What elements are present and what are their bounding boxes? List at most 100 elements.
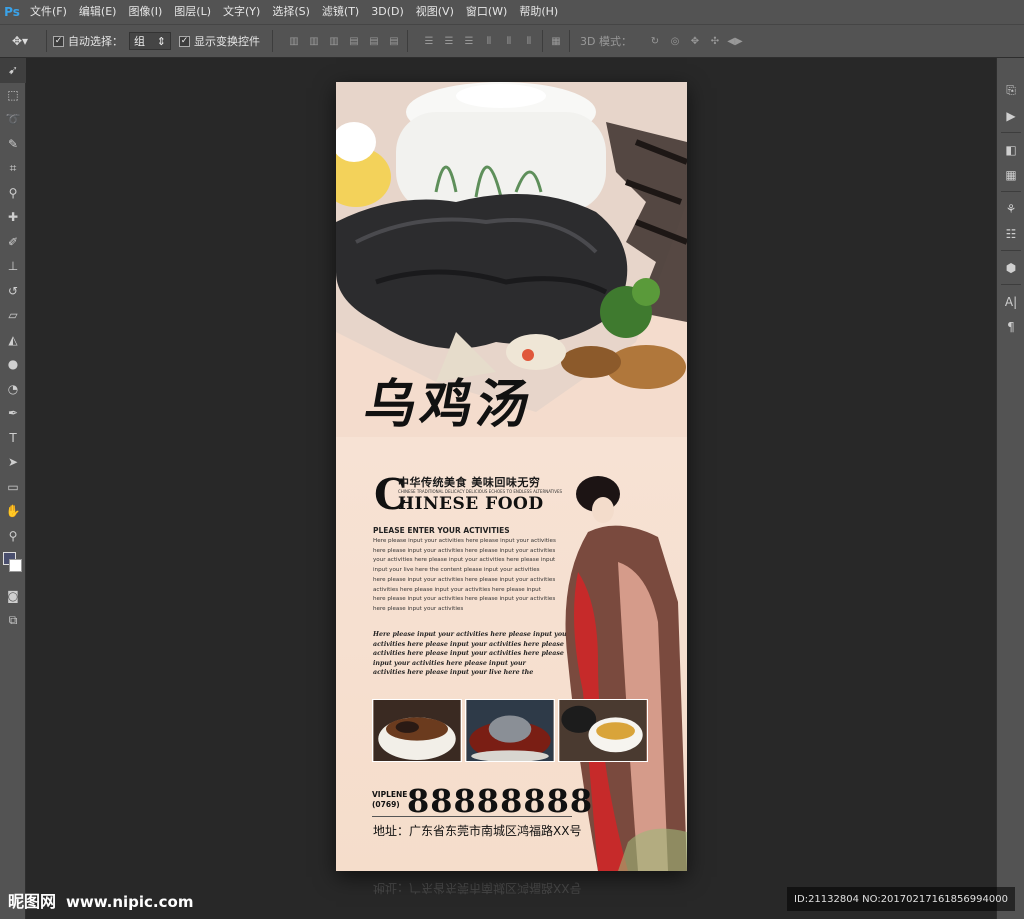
divider xyxy=(272,30,273,52)
area-code: (0769) xyxy=(372,800,400,809)
history-panel-icon[interactable]: ⎘ xyxy=(997,78,1024,103)
swatches-panel-icon[interactable]: ▦ xyxy=(997,162,1024,187)
healing-brush-tool-icon[interactable]: ✚ xyxy=(0,205,26,230)
distribute-top-icon[interactable]: ☰ xyxy=(422,34,436,48)
thumbnail-soup-cup xyxy=(558,699,648,762)
menu-3d[interactable]: 3D(D) xyxy=(365,0,410,24)
address-text: 地址：广东省东莞市南城区鸿福路XX号 xyxy=(373,824,582,838)
distribute-right-icon[interactable]: ⦀ xyxy=(522,34,536,48)
auto-select-checkbox[interactable]: ✓ 自动选择： xyxy=(53,33,123,49)
activities-heading: PLEASE ENTER YOUR ACTIVITIES xyxy=(373,526,510,535)
body-line: your activities here please input your a… xyxy=(373,557,556,564)
menu-type[interactable]: 文字(Y) xyxy=(217,0,266,24)
move-tool-icon[interactable]: ➹ xyxy=(0,58,26,83)
watermark-id: ID:21132804 NO:20170217161856994000 xyxy=(787,887,1015,911)
align-buttons: ▥ ▥ ▥ ▤ ▤ ▤ xyxy=(287,34,401,48)
menu-file[interactable]: 文件(F) xyxy=(24,0,73,24)
canvas-reflection: 地址：广东省东莞市南城区鸿福路XX号 xyxy=(336,872,687,919)
dropdown-arrow-icon: ⇕ xyxy=(156,34,166,48)
menu-layer[interactable]: 图层(L) xyxy=(168,0,217,24)
poster-title: 乌鸡汤 xyxy=(359,374,539,435)
align-top-icon[interactable]: ▥ xyxy=(287,34,301,48)
align-right-icon[interactable]: ▤ xyxy=(387,34,401,48)
hand-tool-icon[interactable]: ✋ xyxy=(0,499,26,524)
auto-select-dropdown[interactable]: 组 ⇕ xyxy=(129,32,171,50)
script-line: activities here please input your live h… xyxy=(373,669,534,677)
3d-drag-icon[interactable]: ✥ xyxy=(688,34,702,48)
menu-window[interactable]: 窗口(W) xyxy=(460,0,513,24)
3d-panel-icon[interactable]: ⬢ xyxy=(997,255,1024,280)
script-body: Here please input your activities here p… xyxy=(373,630,583,678)
checkbox-checked-icon: ✓ xyxy=(53,35,64,47)
reflection-text: 地址：广东省东莞市南城区鸿福路XX号 xyxy=(373,881,582,895)
shape-tool-icon[interactable]: ▭ xyxy=(0,475,26,500)
background-color-swatch[interactable] xyxy=(9,559,22,572)
menu-help[interactable]: 帮助(H) xyxy=(513,0,564,24)
divider xyxy=(1000,191,1021,192)
body-line: Here please input your activities here p… xyxy=(373,538,556,544)
clone-stamp-tool-icon[interactable]: ⊥ xyxy=(0,254,26,279)
paint-bucket-tool-icon[interactable]: ◭ xyxy=(0,328,26,353)
type-tool-icon[interactable]: T xyxy=(0,426,26,451)
body-line: here please input your activities here p… xyxy=(373,547,556,554)
color-swatches[interactable] xyxy=(0,548,26,584)
body-line: activities here please input your activi… xyxy=(373,586,541,593)
paragraph-panel-icon[interactable]: ¶ xyxy=(997,314,1024,339)
divider xyxy=(569,30,570,52)
script-line: input your activities here please input … xyxy=(373,659,526,667)
body-line: here please input your activities here p… xyxy=(373,596,556,603)
3d-scale-icon[interactable]: ◀▶ xyxy=(727,34,742,48)
panel-dock: ⎘ ▶ ◧ ▦ ⚘ ☷ ⬢ A| ¶ xyxy=(996,58,1024,919)
eraser-tool-icon[interactable]: ▱ xyxy=(0,303,26,328)
color-panel-icon[interactable]: ◧ xyxy=(997,137,1024,162)
body-line: here please input your activities xyxy=(373,605,464,612)
pen-tool-icon[interactable]: ✒ xyxy=(0,401,26,426)
distribute-vcenter-icon[interactable]: ☰ xyxy=(442,34,456,48)
3d-roll-icon[interactable]: ◎ xyxy=(668,34,682,48)
quick-mask-icon[interactable]: ◙ xyxy=(0,584,26,609)
auto-select-label: 自动选择： xyxy=(68,35,123,48)
quick-select-tool-icon[interactable]: ✎ xyxy=(0,132,26,157)
crop-tool-icon[interactable]: ⌗ xyxy=(0,156,26,181)
move-tool-preset-icon[interactable]: ✥▾ xyxy=(0,29,40,53)
align-hcenter-icon[interactable]: ▤ xyxy=(367,34,381,48)
3d-slide-icon[interactable]: ✣ xyxy=(708,34,722,48)
align-vcenter-icon[interactable]: ▥ xyxy=(307,34,321,48)
menu-image[interactable]: 图像(I) xyxy=(122,0,168,24)
eyedropper-tool-icon[interactable]: ⚲ xyxy=(0,181,26,206)
align-bottom-icon[interactable]: ▥ xyxy=(327,34,341,48)
menu-select[interactable]: 选择(S) xyxy=(266,0,316,24)
document-canvas[interactable]: 乌鸡汤 C 中华传统美食 美味回味无穷 CHINESE TRADITIONAL … xyxy=(336,82,687,871)
phone-number: 88888888 xyxy=(407,782,594,820)
align-left-icon[interactable]: ▤ xyxy=(347,34,361,48)
auto-align-icon[interactable]: ▦ xyxy=(549,34,563,48)
food-thumbnails xyxy=(372,699,648,762)
actions-panel-icon[interactable]: ▶ xyxy=(997,103,1024,128)
divider xyxy=(542,30,543,52)
dodge-tool-icon[interactable]: ◔ xyxy=(0,377,26,402)
distribute-buttons: ☰ ☰ ☰ ⦀ ⦀ ⦀ xyxy=(422,34,536,48)
thumbnail-soup-bowl xyxy=(372,699,462,762)
lasso-tool-icon[interactable]: ➰ xyxy=(0,107,26,132)
divider xyxy=(1000,132,1021,133)
distribute-hcenter-icon[interactable]: ⦀ xyxy=(502,34,516,48)
history-brush-tool-icon[interactable]: ↺ xyxy=(0,279,26,304)
menu-edit[interactable]: 编辑(E) xyxy=(73,0,123,24)
menu-filter[interactable]: 滤镜(T) xyxy=(316,0,365,24)
chinese-food-heading: HINESE FOOD xyxy=(398,494,544,514)
brush-panel-icon[interactable]: ⚘ xyxy=(997,196,1024,221)
brush-tool-icon[interactable]: ✐ xyxy=(0,230,26,255)
path-select-tool-icon[interactable]: ➤ xyxy=(0,450,26,475)
character-panel-icon[interactable]: A| xyxy=(997,289,1024,314)
distribute-bottom-icon[interactable]: ☰ xyxy=(462,34,476,48)
marquee-tool-icon[interactable]: ⬚ xyxy=(0,83,26,108)
show-transform-checkbox[interactable]: ✓ 显示变换控件 xyxy=(179,33,260,49)
blur-tool-icon[interactable]: ● xyxy=(0,352,26,377)
distribute-left-icon[interactable]: ⦀ xyxy=(482,34,496,48)
zoom-tool-icon[interactable]: ⚲ xyxy=(0,524,26,549)
divider xyxy=(1000,250,1021,251)
menu-view[interactable]: 视图(V) xyxy=(410,0,460,24)
screen-mode-icon[interactable]: ⧉ xyxy=(0,609,26,634)
3d-rotate-icon[interactable]: ↻ xyxy=(648,34,662,48)
adjustments-panel-icon[interactable]: ☷ xyxy=(997,221,1024,246)
